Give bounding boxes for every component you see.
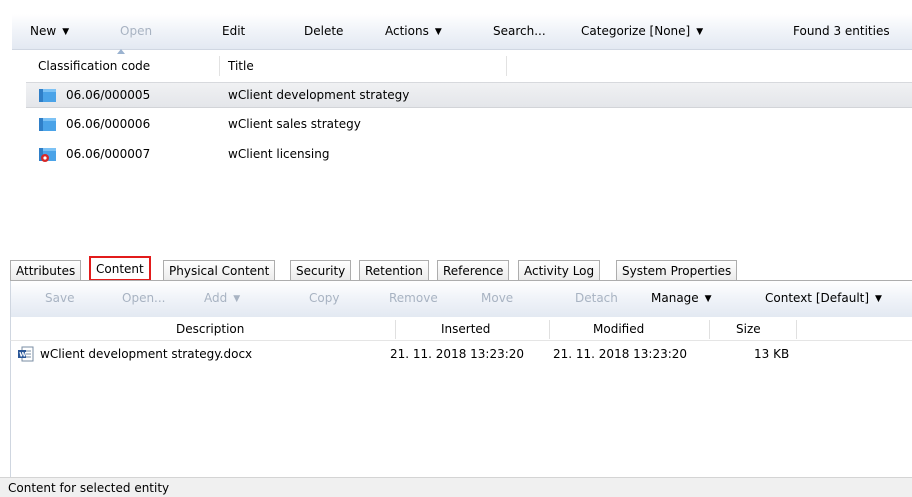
tab-reference[interactable]: Reference bbox=[437, 260, 510, 281]
open-button[interactable]: Open bbox=[120, 24, 152, 38]
add-button[interactable]: Add ▼ bbox=[204, 291, 240, 305]
column-divider[interactable] bbox=[796, 320, 797, 339]
manage-button[interactable]: Manage ▼ bbox=[651, 291, 712, 305]
found-count: Found 3 entities bbox=[793, 24, 890, 38]
categorize-label: Categorize [None] bbox=[581, 24, 691, 38]
table-row[interactable]: W wClient development strategy.docx 21. … bbox=[10, 343, 912, 365]
status-text: Content for selected entity bbox=[8, 481, 170, 495]
copy-button[interactable]: Copy bbox=[309, 291, 339, 305]
list-row[interactable]: 06.06/000005 wClient development strateg… bbox=[26, 82, 912, 108]
content-inserted: 21. 11. 2018 13:23:20 bbox=[390, 347, 525, 361]
book-icon bbox=[39, 118, 56, 131]
sort-ascending-icon bbox=[117, 49, 125, 54]
actions-label: Actions bbox=[385, 24, 429, 38]
new-button[interactable]: New ▼ bbox=[30, 24, 69, 38]
column-header-modified[interactable]: Modified bbox=[593, 322, 644, 336]
add-label: Add bbox=[204, 291, 228, 305]
categorize-button[interactable]: Categorize [None] ▼ bbox=[581, 24, 703, 38]
caret-down-icon: ▼ bbox=[434, 27, 442, 37]
remove-button[interactable]: Remove bbox=[389, 291, 438, 305]
classification-code: 06.06/000005 bbox=[66, 88, 151, 102]
tab-physical-content[interactable]: Physical Content bbox=[163, 260, 276, 281]
svg-text:W: W bbox=[19, 351, 26, 359]
entity-title: wClient development strategy bbox=[228, 88, 410, 102]
classification-code: 06.06/000006 bbox=[66, 117, 151, 131]
caret-down-icon: ▼ bbox=[62, 27, 70, 37]
move-button[interactable]: Move bbox=[481, 291, 513, 305]
edit-button[interactable]: Edit bbox=[222, 24, 245, 38]
word-document-icon: W bbox=[18, 346, 34, 362]
classification-code: 06.06/000007 bbox=[66, 147, 151, 161]
book-icon bbox=[39, 89, 56, 102]
save-button[interactable]: Save bbox=[45, 291, 74, 305]
column-header-description[interactable]: Description bbox=[176, 322, 244, 336]
detach-button[interactable]: Detach bbox=[575, 291, 618, 305]
entity-title: wClient sales strategy bbox=[228, 117, 361, 131]
content-toolbar: Save Open... Add ▼ Copy Remove Move Detac… bbox=[10, 281, 912, 317]
tab-security[interactable]: Security bbox=[290, 260, 352, 281]
column-header-inserted[interactable]: Inserted bbox=[441, 322, 490, 336]
search-button[interactable]: Search... bbox=[493, 24, 546, 38]
tab-system-properties[interactable]: System Properties bbox=[616, 260, 738, 281]
list-row[interactable]: 06.06/000006 wClient sales strategy bbox=[26, 112, 912, 138]
tab-attributes[interactable]: Attributes bbox=[10, 260, 82, 281]
caret-down-icon: ▼ bbox=[233, 294, 241, 304]
column-divider[interactable] bbox=[549, 320, 550, 339]
tab-retention[interactable]: Retention bbox=[359, 260, 429, 281]
context-button[interactable]: Context [Default] ▼ bbox=[765, 291, 882, 305]
delete-button[interactable]: Delete bbox=[304, 24, 343, 38]
open-content-button[interactable]: Open... bbox=[122, 291, 166, 305]
column-divider[interactable] bbox=[395, 320, 396, 339]
list-row[interactable]: 06.06/000007 wClient licensing bbox=[26, 142, 912, 168]
column-header-size[interactable]: Size bbox=[736, 322, 761, 336]
status-bar: Content for selected entity bbox=[0, 477, 912, 497]
caret-down-icon: ▼ bbox=[704, 294, 712, 304]
tab-content[interactable]: Content bbox=[89, 256, 151, 281]
entity-title: wClient licensing bbox=[228, 147, 330, 161]
detail-tabs: Attributes Content Physical Content Secu… bbox=[10, 256, 770, 281]
new-label: New bbox=[30, 24, 57, 38]
column-divider[interactable] bbox=[709, 320, 710, 339]
tab-activity-log[interactable]: Activity Log bbox=[518, 260, 601, 281]
column-divider[interactable] bbox=[219, 56, 220, 76]
content-description: wClient development strategy.docx bbox=[40, 347, 253, 361]
caret-down-icon: ▼ bbox=[875, 294, 882, 304]
column-header-title[interactable]: Title bbox=[228, 59, 254, 81]
manage-label: Manage bbox=[651, 291, 699, 305]
column-header-classification-code[interactable]: Classification code bbox=[38, 59, 150, 81]
content-size: 13 KB bbox=[754, 347, 790, 361]
book-closed-icon bbox=[39, 148, 56, 162]
caret-down-icon: ▼ bbox=[696, 27, 704, 37]
content-grid-header: Description Inserted Modified Size bbox=[10, 317, 912, 341]
column-divider[interactable] bbox=[506, 56, 507, 76]
actions-button[interactable]: Actions ▼ bbox=[385, 24, 442, 38]
context-label: Context [Default] bbox=[765, 291, 870, 305]
content-modified: 21. 11. 2018 13:23:20 bbox=[553, 347, 688, 361]
main-toolbar: New ▼ Open Edit Delete Actions ▼ Search...… bbox=[12, 14, 912, 50]
